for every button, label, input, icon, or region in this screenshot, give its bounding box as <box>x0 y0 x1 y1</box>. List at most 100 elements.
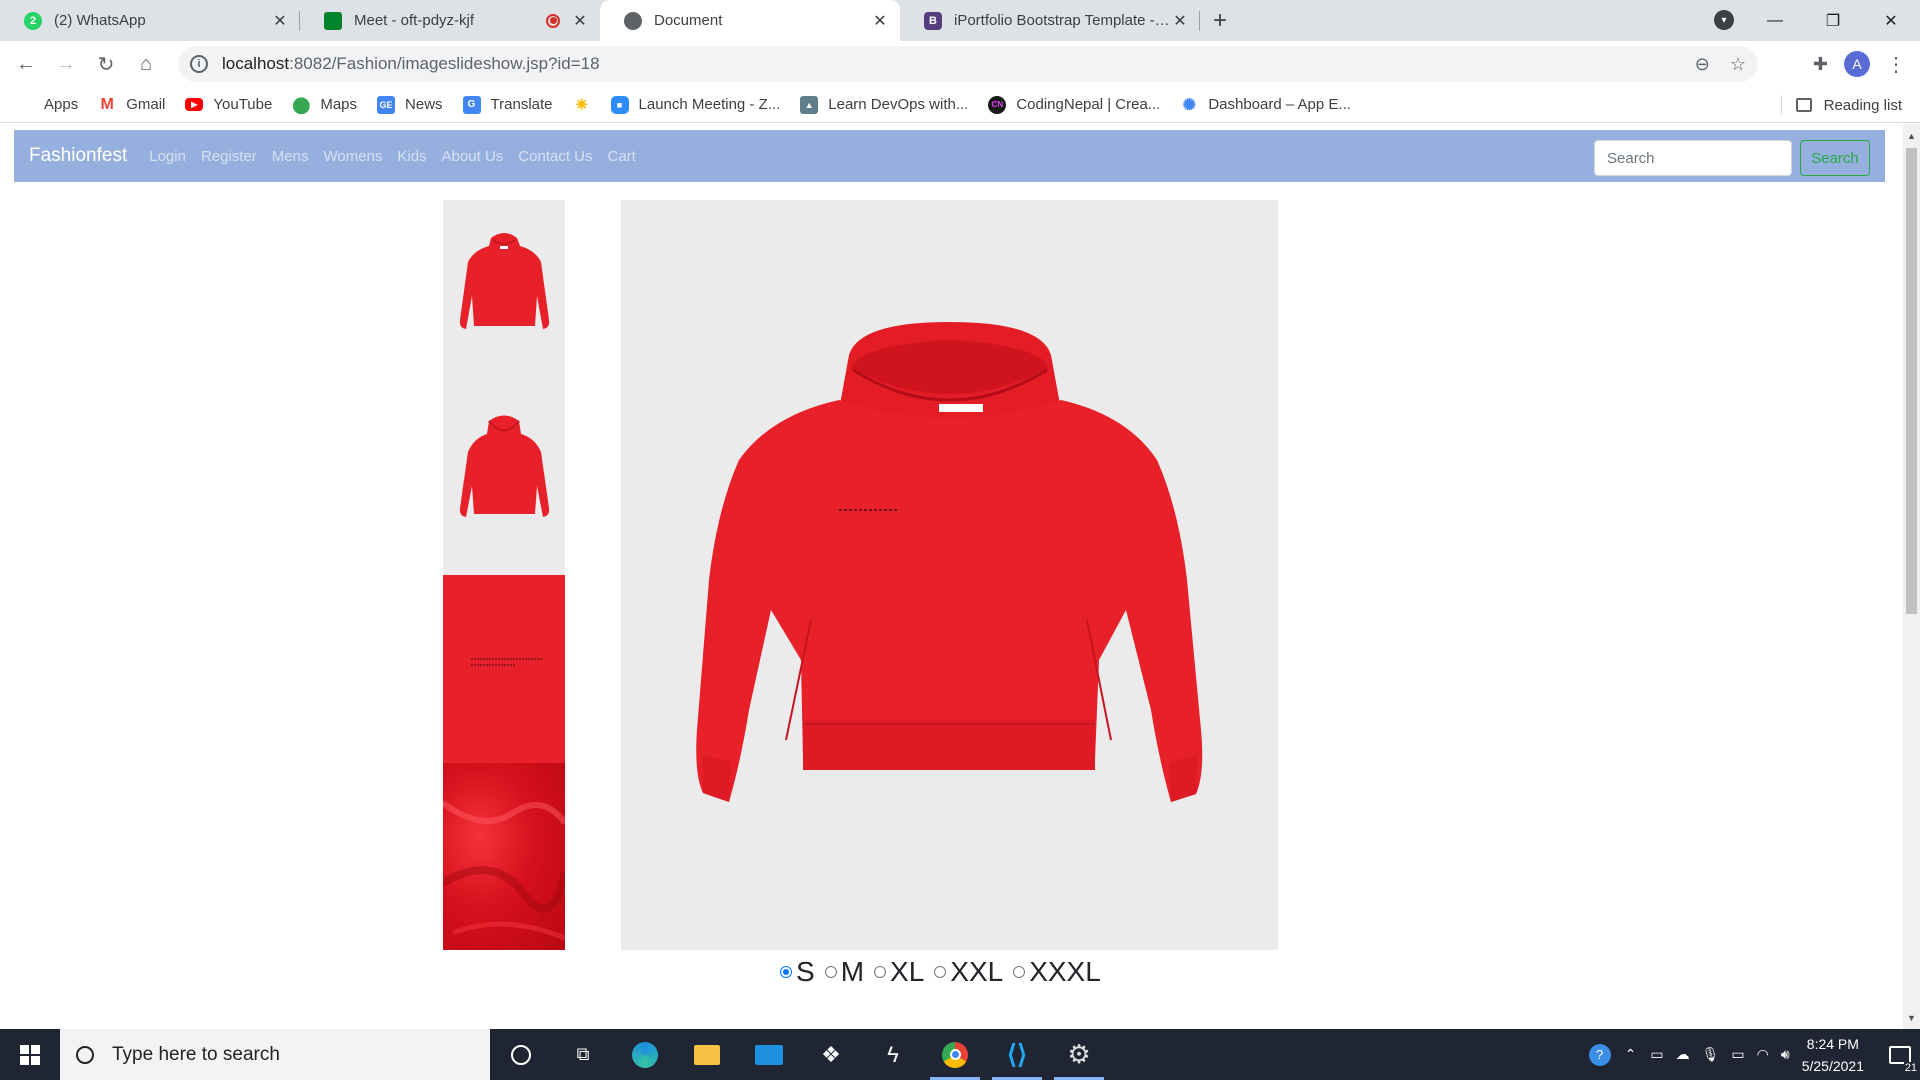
chrome-menu-icon[interactable]: ⋮ <box>1886 52 1906 77</box>
chrome-taskbar-icon[interactable] <box>924 1029 986 1080</box>
home-icon[interactable]: ⌂ <box>126 44 166 84</box>
size-option-xxl[interactable]: XXL <box>934 956 1003 988</box>
dropbox-icon[interactable]: ❖ <box>800 1029 862 1080</box>
page-scrollbar[interactable]: ▲ ▼ <box>1903 124 1920 1029</box>
reading-list-button[interactable]: Reading list <box>1780 87 1902 123</box>
back-icon[interactable]: ← <box>6 44 46 84</box>
hoodie-back-image <box>459 415 550 517</box>
task-view-icon[interactable]: ⧉ <box>552 1029 614 1080</box>
star-burst-icon: ✷ <box>574 96 589 114</box>
close-tab-icon[interactable]: ✕ <box>1170 11 1190 31</box>
microphone-icon[interactable]: 🎙︎ <box>1702 1046 1720 1063</box>
close-window-icon[interactable]: ✕ <box>1862 11 1920 31</box>
reading-list-label: Reading list <box>1823 96 1902 114</box>
profile-avatar[interactable]: A <box>1844 51 1870 77</box>
bookmark-translate[interactable]: G Translate <box>462 95 553 114</box>
size-option-xl[interactable]: XL <box>874 956 924 988</box>
nav-womens[interactable]: Womens <box>323 148 382 165</box>
tab-meet[interactable]: Meet - oft-pdyz-kjf ✕ <box>300 0 600 41</box>
thumbnail-fabric-closeup[interactable] <box>443 762 565 950</box>
bookmark-zoom-meeting[interactable]: ■ Launch Meeting - Z... <box>610 95 780 114</box>
bookmark-label: Gmail <box>126 96 166 113</box>
reload-icon[interactable]: ↻ <box>86 44 126 84</box>
size-radio-m[interactable] <box>824 966 837 978</box>
volume-icon[interactable]: 🔊︎ <box>1781 1046 1790 1063</box>
site-search-button[interactable]: Search <box>1800 140 1870 176</box>
battery-icon[interactable]: ▭ <box>1731 1046 1744 1063</box>
bookmark-label: Apps <box>44 96 79 113</box>
help-icon[interactable]: ? <box>1588 1043 1611 1066</box>
address-bar[interactable]: i localhost:8082/Fashion/imageslideshow.… <box>178 46 1758 82</box>
bookmark-label: News <box>405 96 443 113</box>
tab-document[interactable]: Document ✕ <box>600 0 900 41</box>
size-radio-xl[interactable] <box>874 966 887 978</box>
forward-icon[interactable]: → <box>46 44 86 84</box>
nav-cart[interactable]: Cart <box>608 148 636 165</box>
wifi-icon[interactable]: ◠ <box>1757 1046 1769 1063</box>
site-brand[interactable]: Fashionfest <box>29 145 127 167</box>
close-tab-icon[interactable]: ✕ <box>570 11 590 31</box>
taskbar-clock[interactable]: 8:24 PM 5/25/2021 <box>1802 1033 1864 1077</box>
scrollbar-thumb[interactable] <box>1906 148 1917 614</box>
bookmark-apps[interactable]: Apps <box>18 96 78 113</box>
taskbar-search-placeholder: Type here to search <box>112 1043 280 1065</box>
onedrive-icon[interactable]: ☁ <box>1676 1046 1690 1063</box>
nav-register[interactable]: Register <box>201 148 257 165</box>
size-radio-xxl[interactable] <box>934 966 947 978</box>
nav-about-us[interactable]: About Us <box>442 148 504 165</box>
minimize-icon[interactable]: — <box>1746 12 1804 30</box>
edge-icon[interactable] <box>614 1029 676 1080</box>
close-tab-icon[interactable]: ✕ <box>870 11 890 31</box>
scroll-up-icon[interactable]: ▲ <box>1903 127 1920 144</box>
bookmark-maps[interactable]: ⬤ Maps <box>292 96 357 114</box>
bookmark-youtube[interactable]: ▶ YouTube <box>185 96 272 113</box>
taskbar-search-box[interactable]: Type here to search <box>60 1029 490 1080</box>
settings-gear-icon[interactable]: ⚙ <box>1048 1029 1110 1080</box>
mail-icon[interactable] <box>738 1029 800 1080</box>
bookmark-codingnepal[interactable]: CN CodingNepal | Crea... <box>988 95 1161 114</box>
meet-now-icon[interactable]: ▭ <box>1650 1046 1663 1063</box>
site-search-input[interactable]: Search <box>1594 140 1792 176</box>
site-info-icon[interactable]: i <box>190 55 208 73</box>
windows-taskbar: Type here to search ⧉ ❖ ϟ ⟨⟩ ⚙ ? ⌃ ▭ ☁ 🎙… <box>0 1029 1920 1080</box>
size-option-s[interactable]: S <box>780 956 815 988</box>
bookmark-devops[interactable]: ▲ Learn DevOps with... <box>800 95 968 114</box>
chevron-up-icon[interactable]: ⌃ <box>1625 1046 1637 1063</box>
bookmark-news[interactable]: GE News <box>377 95 443 114</box>
zoom-icon[interactable]: ⊖ <box>1695 54 1710 75</box>
bookmark-gmail[interactable]: M Gmail <box>98 96 166 114</box>
restore-icon[interactable]: ❐ <box>1804 11 1862 31</box>
site-navbar: Fashionfest Login Register Mens Womens K… <box>14 130 1885 182</box>
size-option-m[interactable]: M <box>824 956 864 988</box>
thumbnail-hoodie-back[interactable] <box>443 387 565 575</box>
extensions-icon[interactable]: ✚ <box>1813 54 1828 75</box>
bookmark-label: CodingNepal | Crea... <box>1016 96 1161 113</box>
scroll-down-icon[interactable]: ▼ <box>1903 1009 1920 1026</box>
cortana-icon[interactable] <box>490 1029 552 1080</box>
clock-time: 8:24 PM <box>1806 1035 1859 1052</box>
windows-start-icon[interactable] <box>0 1029 60 1080</box>
tab-search-icon[interactable]: ▾ <box>1714 10 1734 30</box>
nav-kids[interactable]: Kids <box>397 148 426 165</box>
file-explorer-icon[interactable] <box>676 1029 738 1080</box>
app-lightning-icon[interactable]: ϟ <box>862 1029 924 1080</box>
close-tab-icon[interactable]: ✕ <box>270 11 290 31</box>
size-radio-xxxl[interactable] <box>1013 966 1026 978</box>
thumbnail-fabric-print-detail[interactable] <box>443 575 565 763</box>
tab-whatsapp[interactable]: 2 (2) WhatsApp ✕ <box>0 0 300 41</box>
new-tab-button[interactable]: + <box>1200 0 1240 41</box>
maps-icon: ⬤ <box>292 96 311 114</box>
tab-title: iPortfolio Bootstrap Template - In <box>954 12 1170 29</box>
nav-mens[interactable]: Mens <box>272 148 309 165</box>
vscode-icon[interactable]: ⟨⟩ <box>986 1029 1048 1080</box>
nav-contact-us[interactable]: Contact Us <box>518 148 592 165</box>
bookmark-starburst[interactable]: ✷ <box>573 96 591 114</box>
thumbnail-hoodie-front[interactable] <box>443 200 565 388</box>
nav-login[interactable]: Login <box>149 148 186 165</box>
size-option-xxxl[interactable]: XXXL <box>1013 956 1101 988</box>
size-radio-s[interactable] <box>780 966 792 978</box>
notification-center-icon[interactable]: 21 <box>1880 1029 1920 1080</box>
bookmark-star-icon[interactable]: ☆ <box>1730 54 1746 75</box>
tab-iportfolio[interactable]: B iPortfolio Bootstrap Template - In ✕ <box>900 0 1200 41</box>
bookmark-dashboard[interactable]: ✺ Dashboard – App E... <box>1180 96 1351 114</box>
